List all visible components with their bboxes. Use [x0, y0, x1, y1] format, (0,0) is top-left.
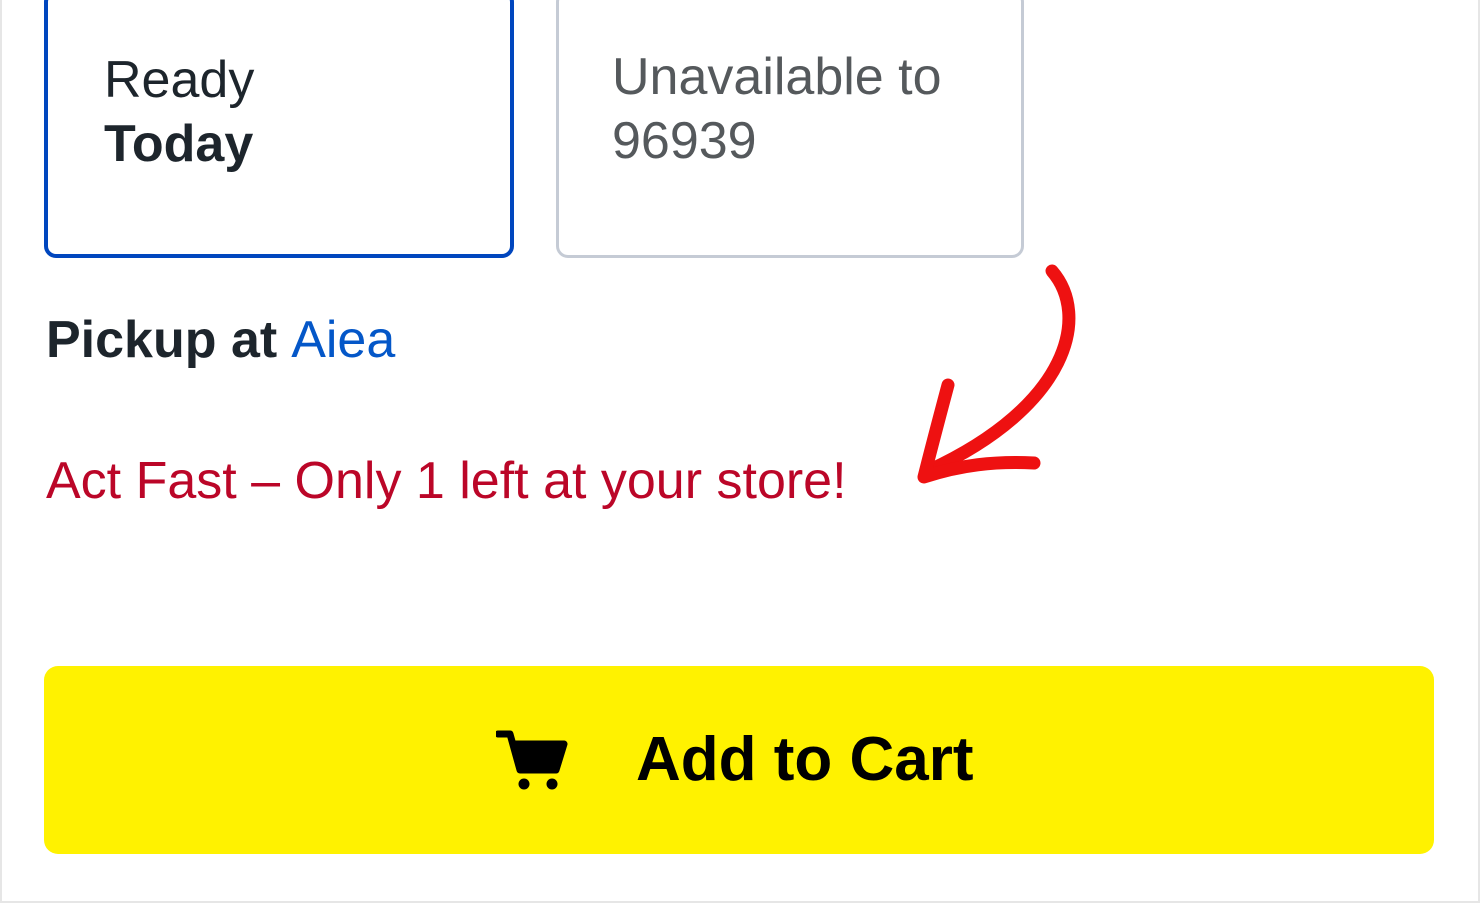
curved-arrow-icon [917, 264, 1076, 484]
pickup-at-label: Pickup at [46, 311, 278, 369]
pickup-location: Pickup at Aiea [46, 308, 395, 372]
low-stock-message: Act Fast – Only 1 left at your store! [46, 452, 847, 510]
store-link[interactable]: Aiea [291, 311, 395, 369]
add-to-cart-label: Add to Cart [636, 725, 974, 794]
shipping-option[interactable]: Unavailable to 96939 [556, 0, 1024, 258]
today-label: Today [104, 115, 254, 173]
ready-label: Ready [104, 51, 255, 109]
shopping-cart-icon [496, 730, 568, 790]
ready-today-option[interactable]: Ready Today [44, 0, 514, 258]
unavailable-label: Unavailable to [612, 48, 942, 106]
zip-code-label: 96939 [612, 112, 757, 170]
add-to-cart-button[interactable]: Add to Cart [44, 666, 1434, 854]
